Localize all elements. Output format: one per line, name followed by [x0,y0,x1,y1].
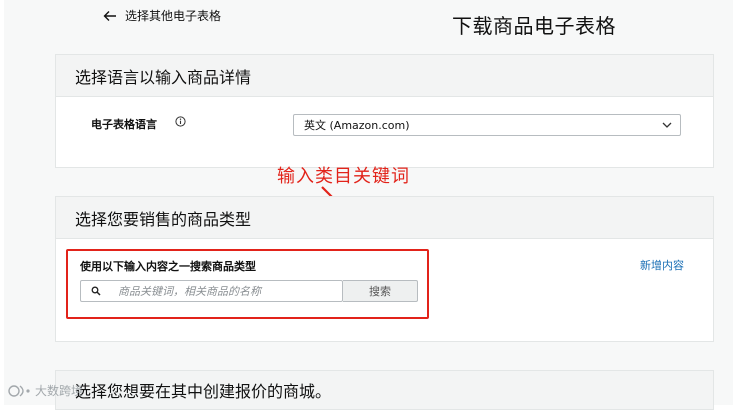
marketplace-section-heading: 选择您想要在其中创建报价的商城。 [56,371,713,409]
marketplace-section: 选择您想要在其中创建报价的商城。 [55,370,714,410]
language-section-heading: 选择语言以输入商品详情 [56,55,713,97]
add-content-link[interactable]: 新增内容 [640,257,684,273]
chevron-down-icon [662,122,672,128]
spreadsheet-language-label: 电子表格语言 [91,118,157,131]
page-title: 下载商品电子表格 [452,14,616,38]
watermark: 大数跨境 [8,382,83,399]
language-section: 选择语言以输入商品详情 电子表格语言 英文 (Amazon.com) [55,54,714,168]
annotation-highlight-box [66,249,429,319]
language-selected-value: 英文 (Amazon.com) [304,119,410,132]
arrow-left-icon [103,10,116,21]
watermark-text: 大数跨境 [35,384,84,398]
spreadsheet-language-select[interactable]: 英文 (Amazon.com) [293,114,681,136]
product-type-section-heading: 选择您要销售的商品类型 [56,197,713,239]
watermark-logo-icon [8,384,30,397]
info-icon[interactable] [175,116,186,127]
back-link-label: 选择其他电子表格 [125,9,222,23]
back-link[interactable]: 选择其他电子表格 [103,7,221,24]
annotation-label: 输入类目关键词 [277,166,410,187]
